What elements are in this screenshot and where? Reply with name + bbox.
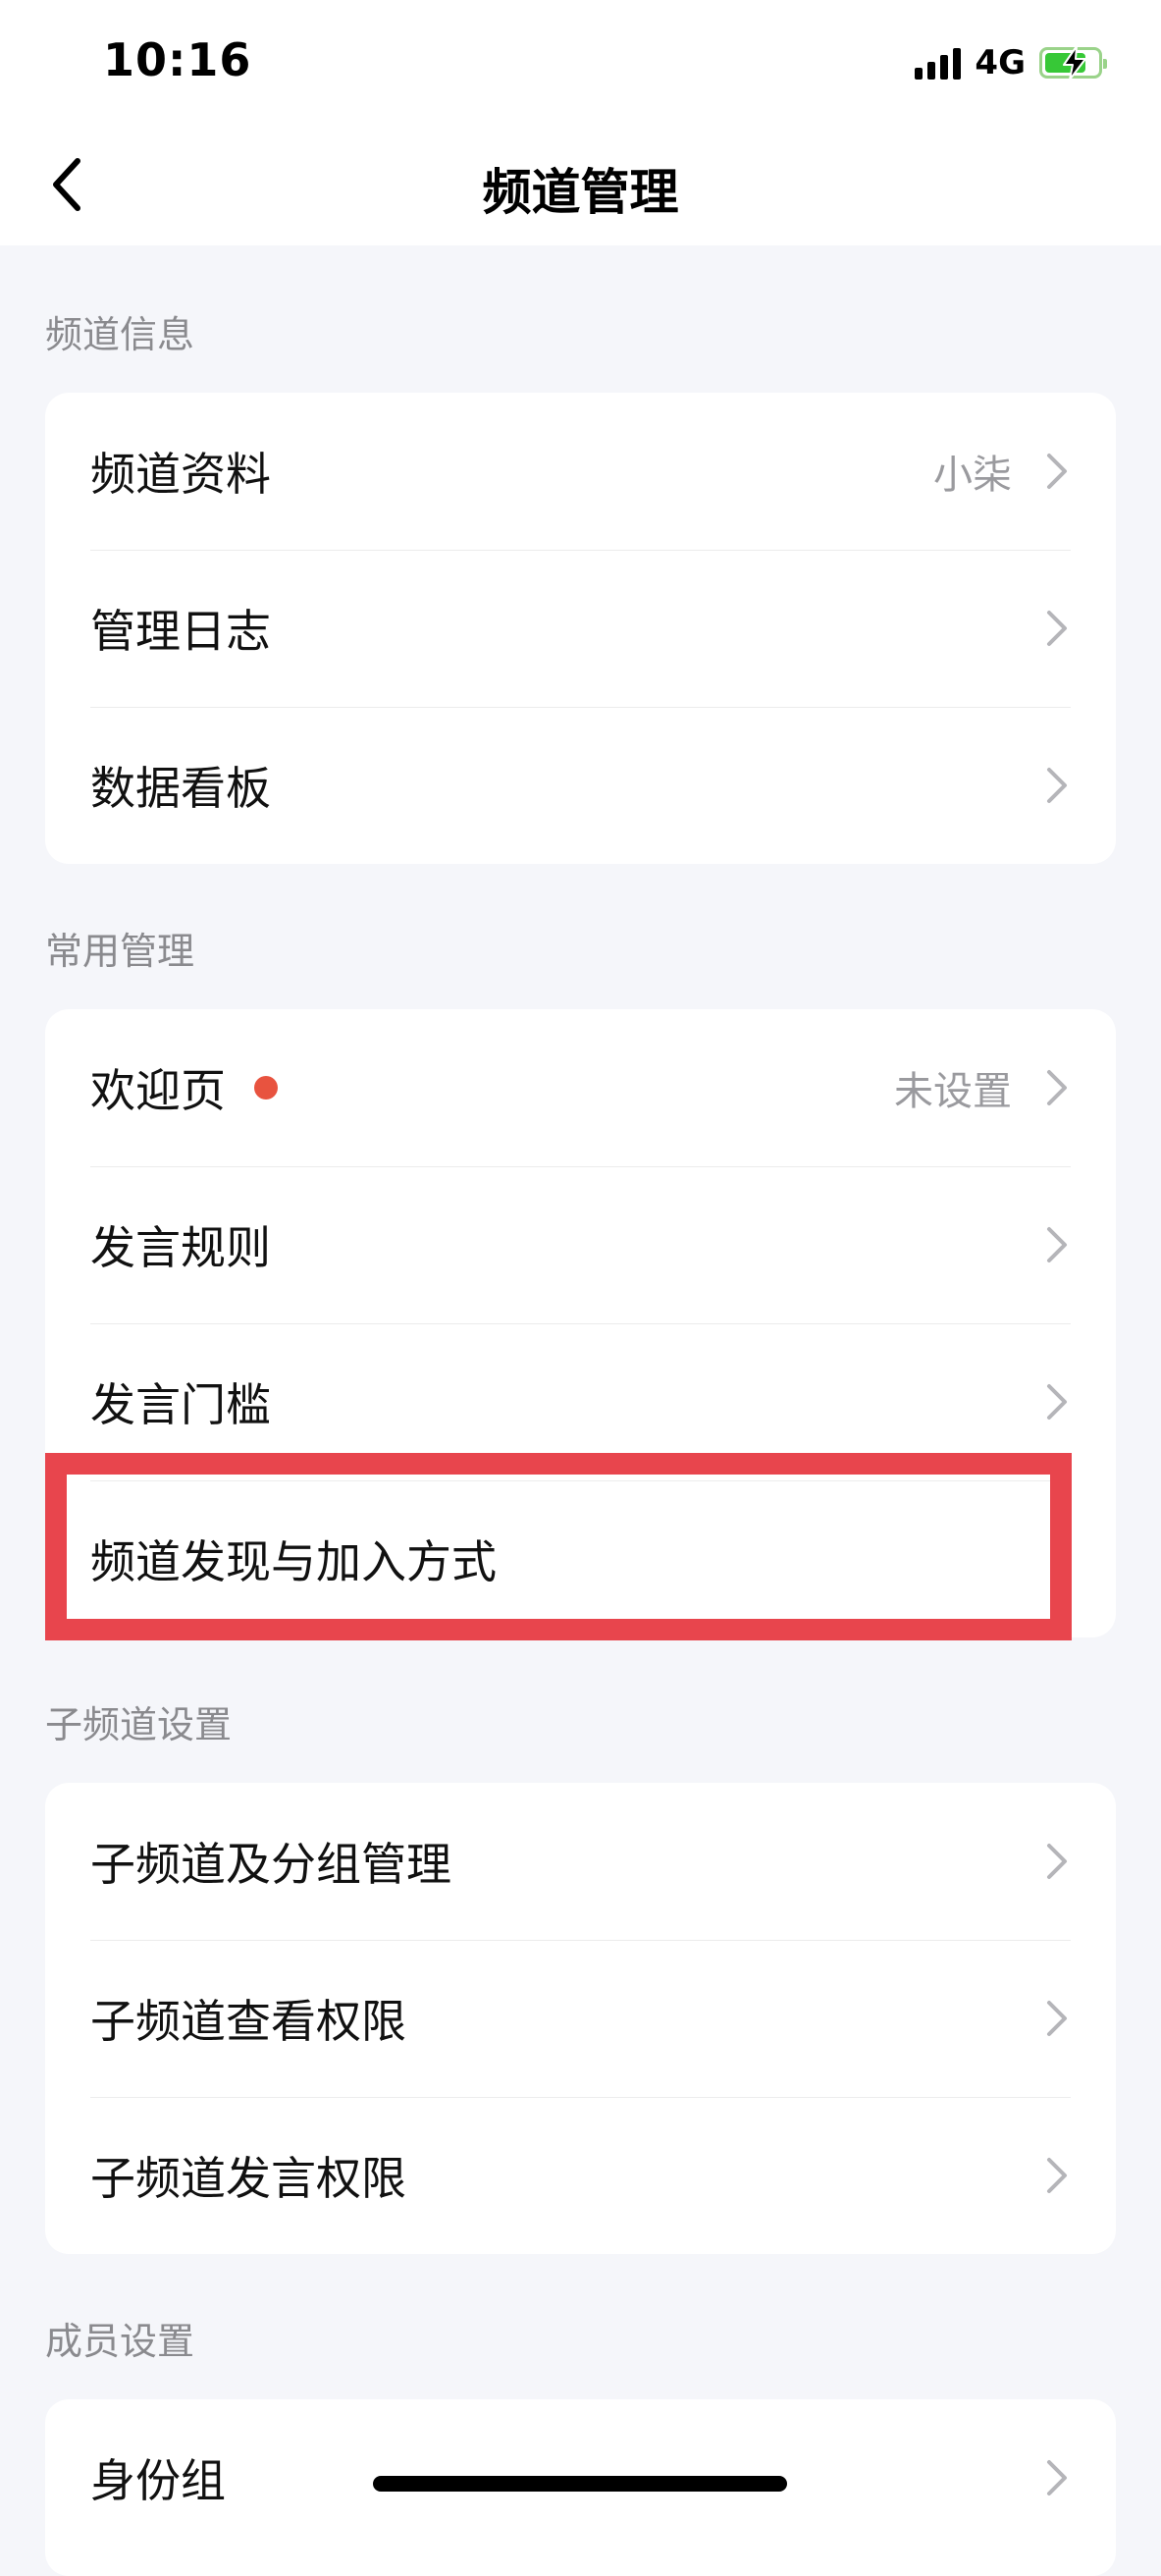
row-subchannel-view-permission[interactable]: 子频道查看权限 [45, 1940, 1116, 2097]
row-subchannel-speak-permission[interactable]: 子频道发言权限 [45, 2097, 1116, 2254]
row-speaking-threshold[interactable]: 发言门槛 [45, 1323, 1116, 1480]
row-value: 未设置 [894, 1069, 1012, 1114]
row-label: 身份组 [90, 2454, 226, 2507]
nav-bar: 频道管理 [0, 126, 1161, 245]
row-channel-profile[interactable]: 频道资料 小柒 [45, 393, 1116, 550]
row-discovery-and-join[interactable]: 频道发现与加入方式 [45, 1480, 1116, 1637]
row-label: 子频道查看权限 [90, 1995, 406, 2048]
network-type: 4G [975, 43, 1026, 82]
row-speaking-rules[interactable]: 发言规则 [45, 1166, 1116, 1323]
chevron-right-icon [1047, 2460, 1067, 2496]
home-indicator[interactable] [373, 2476, 787, 2492]
row-value: 小柒 [933, 453, 1012, 498]
chevron-right-icon [1047, 768, 1067, 803]
row-label: 子频道及分组管理 [90, 1838, 451, 1891]
battery-icon [1039, 46, 1107, 80]
status-bar: 10:16 4G [0, 0, 1161, 126]
chevron-right-icon [1047, 611, 1067, 646]
row-subchannel-group-management[interactable]: 子频道及分组管理 [45, 1783, 1116, 1940]
row-welcome-page[interactable]: 欢迎页 未设置 [45, 1009, 1116, 1166]
chevron-right-icon [1047, 1844, 1067, 1879]
row-label: 发言门槛 [90, 1378, 271, 1431]
page-title: 频道管理 [482, 164, 679, 221]
row-label: 频道资料 [90, 448, 271, 501]
chevron-right-icon [1047, 2158, 1067, 2193]
status-time: 10:16 [103, 33, 252, 86]
section-header-subchannel-settings: 子频道设置 [45, 1703, 233, 1746]
row-data-dashboard[interactable]: 数据看板 [45, 707, 1116, 864]
card-common-management: 欢迎页 未设置 发言规则 发言门槛 频道发现与加入方式 [45, 1009, 1116, 1637]
row-admin-log[interactable]: 管理日志 [45, 550, 1116, 707]
row-label: 频道发现与加入方式 [90, 1535, 497, 1588]
status-indicators: 4G [915, 43, 1107, 82]
row-label: 子频道发言权限 [90, 2152, 406, 2205]
card-subchannel-settings: 子频道及分组管理 子频道查看权限 子频道发言权限 [45, 1783, 1116, 2254]
row-label: 欢迎页 [90, 1064, 226, 1117]
chevron-right-icon [1047, 1384, 1067, 1420]
card-channel-info: 频道资料 小柒 管理日志 数据看板 [45, 393, 1116, 864]
row-label: 数据看板 [90, 762, 271, 815]
section-header-member-settings: 成员设置 [45, 2320, 195, 2363]
section-header-channel-info: 频道信息 [45, 313, 195, 356]
row-label: 发言规则 [90, 1221, 271, 1274]
signal-icon [915, 46, 962, 80]
chevron-right-icon [1047, 1227, 1067, 1262]
chevron-right-icon [1047, 1070, 1067, 1105]
row-label: 管理日志 [90, 605, 271, 658]
chevron-right-icon [1047, 2001, 1067, 2036]
section-header-common-management: 常用管理 [45, 930, 195, 973]
new-badge-dot [254, 1076, 278, 1100]
chevron-right-icon [1047, 454, 1067, 489]
